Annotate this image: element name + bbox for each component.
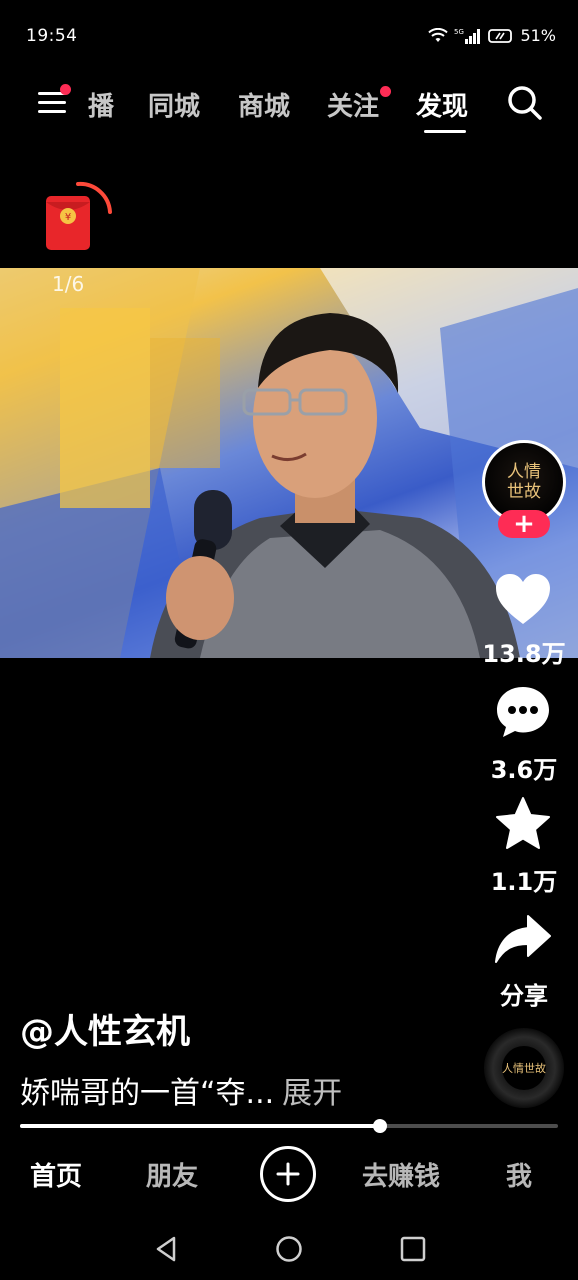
tab-discover[interactable]: 发现 xyxy=(416,86,468,123)
signal-icon: 5G xyxy=(454,28,481,44)
system-nav-bar xyxy=(0,1220,578,1280)
tab-home[interactable]: 首页 xyxy=(30,1156,82,1193)
like-count: 13.8万 xyxy=(482,640,566,668)
tab-local[interactable]: 同城 xyxy=(148,86,200,123)
network-label: 5G xyxy=(454,28,464,36)
progress-fill xyxy=(20,1124,381,1128)
status-time: 19:54 xyxy=(26,26,78,46)
search-icon[interactable] xyxy=(506,84,544,122)
following-notification-dot xyxy=(380,86,391,97)
status-bar: 19:54 5G 51% xyxy=(0,0,578,72)
recents-icon[interactable] xyxy=(398,1234,428,1264)
comment-icon[interactable] xyxy=(495,684,551,740)
avatar-text: 人情世故 xyxy=(507,462,541,502)
tab-me[interactable]: 我 xyxy=(506,1156,532,1193)
wifi-icon xyxy=(428,27,449,42)
video-progress-bar[interactable] xyxy=(20,1119,558,1133)
create-button[interactable] xyxy=(260,1146,316,1202)
comment-count: 3.6万 xyxy=(490,756,558,784)
plus-icon xyxy=(276,1162,300,1186)
home-icon[interactable] xyxy=(274,1234,304,1264)
author-name[interactable]: @人性玄机 xyxy=(20,1004,190,1053)
tab-live[interactable]: 播 xyxy=(88,86,114,123)
progress-thumb[interactable] xyxy=(373,1119,388,1133)
heart-icon[interactable] xyxy=(494,572,552,626)
active-tab-indicator xyxy=(424,130,466,133)
red-packet-icon[interactable]: ¥ xyxy=(40,178,114,254)
menu-button[interactable] xyxy=(36,84,71,120)
bottom-tab-bar: 首页 朋友 去赚钱 我 xyxy=(0,1140,578,1210)
svg-text:¥: ¥ xyxy=(65,212,71,223)
tab-mall[interactable]: 商城 xyxy=(238,86,290,123)
menu-icon-bar xyxy=(38,110,66,113)
back-icon[interactable] xyxy=(152,1234,182,1264)
status-icons: 5G 51% xyxy=(428,26,556,45)
post-description: 娇喘哥的一首“夺... 展开 xyxy=(20,1068,342,1112)
description-text: 娇喘哥的一首“夺... xyxy=(20,1076,275,1111)
music-disc[interactable]: 人情世故 xyxy=(484,1028,564,1108)
tab-friends[interactable]: 朋友 xyxy=(146,1156,198,1193)
follow-button[interactable]: + xyxy=(498,510,550,538)
top-nav: 播 同城 商城 关注 发现 xyxy=(0,78,578,134)
battery-icon xyxy=(488,28,513,43)
image-counter: 1/6 xyxy=(52,272,85,296)
battery-percent: 51% xyxy=(520,26,556,45)
share-label[interactable]: 分享 xyxy=(474,976,574,1011)
share-icon[interactable] xyxy=(494,914,552,964)
menu-icon-bar xyxy=(38,101,66,104)
music-disc-text: 人情世故 xyxy=(502,1046,546,1090)
menu-notification-dot xyxy=(60,84,71,95)
expand-link[interactable]: 展开 xyxy=(282,1076,342,1111)
tab-following[interactable]: 关注 xyxy=(327,86,379,123)
star-icon[interactable] xyxy=(494,796,552,852)
tab-earn[interactable]: 去赚钱 xyxy=(362,1156,440,1193)
favorite-count: 1.1万 xyxy=(490,868,558,896)
